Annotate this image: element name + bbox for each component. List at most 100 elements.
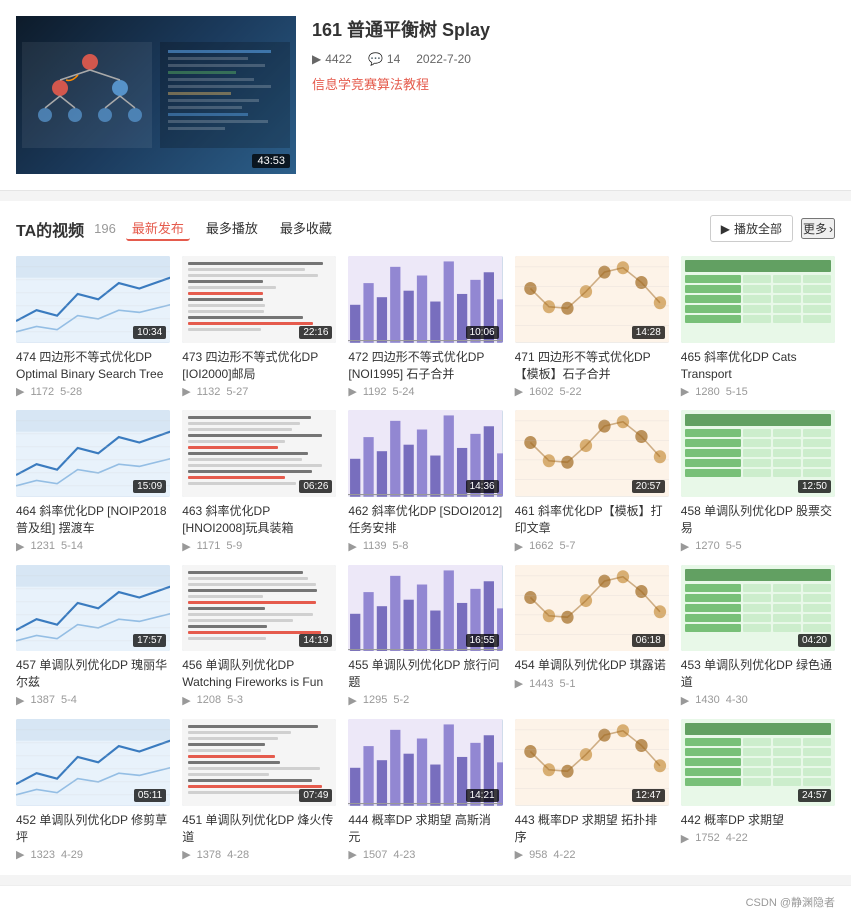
video-card[interactable]: 12:50 458 单调队列优化DP 股票交易 ▶ 1270 5-5 xyxy=(681,410,835,552)
video-card[interactable]: 06:26 463 斜率优化DP [HNOI2008]玩具装箱 ▶ 1171 5… xyxy=(182,410,336,552)
video-card-title: 464 斜率优化DP [NOIP2018 普及组] 摆渡车 xyxy=(16,503,170,537)
video-date: 5-27 xyxy=(226,386,248,398)
video-play-icon: ▶ xyxy=(16,694,24,707)
video-duration: 14:19 xyxy=(299,634,332,647)
video-views: 1323 xyxy=(30,849,54,861)
video-card[interactable]: 12:47 443 概率DP 求期望 拓扑排序 ▶ 958 4-22 xyxy=(515,719,669,861)
video-card-title: 455 单调队列优化DP 旅行问题 xyxy=(348,657,502,691)
video-views: 1171 xyxy=(197,540,221,552)
footer-text: CSDN @静渊隐者 xyxy=(746,897,835,909)
video-card[interactable]: 20:57 461 斜率优化DP【模板】打印文章 ▶ 1662 5-7 xyxy=(515,410,669,552)
more-button[interactable]: 更多 › xyxy=(801,218,835,239)
video-card[interactable]: 14:21 444 概率DP 求期望 高斯消元 ▶ 1507 4-23 xyxy=(348,719,502,861)
video-card[interactable]: 465 斜率优化DP Cats Transport ▶ 1280 5-15 xyxy=(681,256,835,398)
video-card-title: 451 单调队列优化DP 烽火传道 xyxy=(182,812,336,846)
video-date: 5-22 xyxy=(560,386,582,398)
chevron-icon: › xyxy=(829,222,833,236)
video-date: 5-24 xyxy=(393,386,415,398)
video-card[interactable]: 16:55 455 单调队列优化DP 旅行问题 ▶ 1295 5-2 xyxy=(348,565,502,707)
video-card-meta: ▶ 1208 5-3 xyxy=(182,694,336,707)
video-thumbnail-wrap: 04:20 xyxy=(681,565,835,652)
video-duration: 14:36 xyxy=(466,480,499,493)
video-play-icon: ▶ xyxy=(681,832,689,845)
play-all-icon: ▶ xyxy=(721,222,730,236)
video-card-title: 444 概率DP 求期望 高斯消元 xyxy=(348,812,502,846)
video-card-meta: ▶ 1752 4-22 xyxy=(681,832,835,845)
video-card-meta: ▶ 1378 4-28 xyxy=(182,848,336,861)
ta-header-right: ▶ 播放全部 更多 › xyxy=(710,215,835,242)
video-card[interactable]: 14:36 462 斜率优化DP [SDOI2012] 任务安排 ▶ 1139 … xyxy=(348,410,502,552)
video-card[interactable]: 22:16 473 四边形不等式优化DP [IOI2000]邮局 ▶ 1132 … xyxy=(182,256,336,398)
video-date: 5-15 xyxy=(726,386,748,398)
play-all-button[interactable]: ▶ 播放全部 xyxy=(710,215,793,242)
video-card[interactable]: 14:28 471 四边形不等式优化DP 【模板】石子合并 ▶ 1602 5-2… xyxy=(515,256,669,398)
video-card[interactable]: 24:57 442 概率DP 求期望 ▶ 1752 4-22 xyxy=(681,719,835,861)
video-card[interactable]: 10:06 472 四边形不等式优化DP [NOI1995] 石子合并 ▶ 11… xyxy=(348,256,502,398)
video-thumbnail-wrap: 14:21 xyxy=(348,719,502,806)
video-card-title: 461 斜率优化DP【模板】打印文章 xyxy=(515,503,669,537)
video-card[interactable]: 07:49 451 单调队列优化DP 烽火传道 ▶ 1378 4-28 xyxy=(182,719,336,861)
video-play-icon: ▶ xyxy=(348,848,356,861)
tab-most-played[interactable]: 最多播放 xyxy=(200,216,264,241)
video-play-icon: ▶ xyxy=(681,385,689,398)
video-thumbnail-wrap xyxy=(681,256,835,343)
video-card-meta: ▶ 1507 4-23 xyxy=(348,848,502,861)
video-tag[interactable]: 信息学竞赛算法教程 xyxy=(312,74,835,93)
video-card[interactable]: 10:34 474 四边形不等式优化DP Optimal Binary Sear… xyxy=(16,256,170,398)
video-card-meta: ▶ 958 4-22 xyxy=(515,848,669,861)
video-card[interactable]: 05:11 452 单调队列优化DP 修剪草坪 ▶ 1323 4-29 xyxy=(16,719,170,861)
video-card-meta: ▶ 1430 4-30 xyxy=(681,694,835,707)
video-duration: 05:11 xyxy=(134,789,166,802)
video-views: 1192 xyxy=(363,386,387,398)
top-video-thumbnail[interactable]: 43:53 xyxy=(16,16,296,174)
video-duration: 15:09 xyxy=(133,480,166,493)
video-duration: 20:57 xyxy=(632,480,665,493)
video-thumbnail-wrap: 14:28 xyxy=(515,256,669,343)
video-duration: 16:55 xyxy=(466,634,499,647)
video-play-icon: ▶ xyxy=(515,385,523,398)
tab-latest[interactable]: 最新发布 xyxy=(126,216,190,241)
video-play-icon: ▶ xyxy=(16,848,24,861)
video-duration: 10:34 xyxy=(133,326,166,339)
video-play-icon: ▶ xyxy=(515,677,523,690)
video-duration: 06:18 xyxy=(632,634,665,647)
video-date: 4-22 xyxy=(553,849,575,861)
video-card[interactable]: 06:18 454 单调队列优化DP 琪露诺 ▶ 1443 5-1 xyxy=(515,565,669,707)
video-thumbnail-wrap: 17:57 xyxy=(16,565,170,652)
tab-most-collected[interactable]: 最多收藏 xyxy=(274,216,338,241)
video-thumbnail-wrap: 24:57 xyxy=(681,719,835,806)
video-card[interactable]: 17:57 457 单调队列优化DP 瑰丽华尔兹 ▶ 1387 5-4 xyxy=(16,565,170,707)
video-card-meta: ▶ 1172 5-28 xyxy=(16,385,170,398)
top-video-title: 161 普通平衡树 Splay xyxy=(312,16,835,42)
video-views: 1662 xyxy=(529,540,553,552)
video-card-title: 473 四边形不等式优化DP [IOI2000]邮局 xyxy=(182,349,336,383)
video-card-meta: ▶ 1280 5-15 xyxy=(681,385,835,398)
video-card-title: 465 斜率优化DP Cats Transport xyxy=(681,349,835,383)
more-label: 更多 xyxy=(803,220,827,237)
video-thumbnail-wrap: 16:55 xyxy=(348,565,502,652)
video-card[interactable]: 04:20 453 单调队列优化DP 绿色通道 ▶ 1430 4-30 xyxy=(681,565,835,707)
video-views: 1172 xyxy=(30,386,54,398)
video-card[interactable]: 14:19 456 单调队列优化DP Watching Fireworks is… xyxy=(182,565,336,707)
video-card-title: 471 四边形不等式优化DP 【模板】石子合并 xyxy=(515,349,669,383)
video-card[interactable]: 15:09 464 斜率优化DP [NOIP2018 普及组] 摆渡车 ▶ 12… xyxy=(16,410,170,552)
video-thumbnail-wrap: 15:09 xyxy=(16,410,170,497)
video-play-icon: ▶ xyxy=(348,694,356,707)
video-views: 1443 xyxy=(529,678,553,690)
video-duration: 06:26 xyxy=(299,480,332,493)
video-play-icon: ▶ xyxy=(515,540,523,553)
video-duration: 14:28 xyxy=(632,326,665,339)
video-views: 1208 xyxy=(197,694,221,706)
video-thumbnail-wrap: 14:36 xyxy=(348,410,502,497)
video-date: 5-4 xyxy=(61,694,77,706)
video-thumbnail-wrap: 07:49 xyxy=(182,719,336,806)
video-duration: 04:20 xyxy=(798,634,831,647)
video-play-icon: ▶ xyxy=(348,540,356,553)
video-duration: 12:47 xyxy=(632,789,665,802)
video-date: 4-23 xyxy=(393,849,415,861)
video-date: 5-8 xyxy=(393,540,409,552)
video-duration: 07:49 xyxy=(299,789,332,802)
ta-section-title: TA的视频 xyxy=(16,217,84,241)
video-views: 1270 xyxy=(695,540,719,552)
video-card-meta: ▶ 1192 5-24 xyxy=(348,385,502,398)
